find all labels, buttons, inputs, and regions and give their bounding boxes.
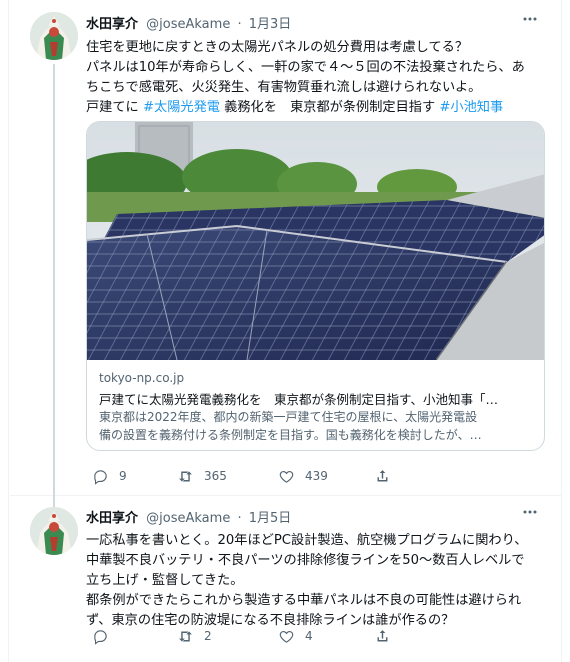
- like-count: 4: [305, 629, 313, 643]
- retweet-button[interactable]: 365: [177, 466, 227, 486]
- tweet-text: 一応私事を書いとく。20年ほどPC設計製造、航空機プログラムに関わり、 中華製不良…: [86, 531, 556, 631]
- tweet-text-line: 一応私事を書いとく。20年ほどPC設計製造、航空機プログラムに関わり、: [86, 531, 556, 551]
- share-icon: [377, 469, 388, 481]
- tweet-header: 水田享介 @joseAkame · 1月5日: [86, 511, 291, 527]
- text-segment: 中華製不良バッテリ・不良パーツの排除修復ラインを50～数百人レベルで: [86, 553, 525, 568]
- thread-line: [53, 64, 55, 497]
- tweet-text-line: ちこちで感電死、火災発生、有害物質垂れ流しは避けられないよ。: [86, 78, 556, 98]
- retweet-button[interactable]: 2: [177, 626, 212, 646]
- text-segment: 都条例ができたらこれから製造する中華パネルは不良の可能性は避けられ: [86, 593, 522, 608]
- tweet-header: 水田享介 @joseAkame · 1月3日: [86, 17, 291, 33]
- separator: ·: [237, 511, 242, 526]
- tweet-date[interactable]: 1月3日: [249, 17, 292, 32]
- heart-icon: [279, 470, 294, 483]
- display-name[interactable]: 水田享介: [86, 511, 138, 526]
- avatar[interactable]: [30, 12, 78, 60]
- thread-line: [53, 495, 55, 507]
- tweet-date[interactable]: 1月5日: [249, 511, 292, 526]
- tweet-text-line: 中華製不良バッテリ・不良パーツの排除修復ラインを50～数百人レベルで: [86, 551, 556, 571]
- retweet-icon: [179, 471, 192, 481]
- reply-button[interactable]: 9: [92, 466, 127, 486]
- card-description-line: 備の設置を義務付ける条例制定を目指す。国も義務化を検討したが、…: [99, 428, 482, 442]
- share-icon: [377, 629, 388, 641]
- tweet-text-line: 都条例ができたらこれから製造する中華パネルは不良の可能性は避けられ: [86, 591, 556, 611]
- user-handle[interactable]: @joseAkame: [146, 511, 230, 526]
- text-segment: 戸建てに: [86, 100, 143, 115]
- share-button[interactable]: [374, 626, 391, 646]
- tweet[interactable]: 水田享介 @joseAkame · 1月5日 一応私事を書いとく。20年ほどPC…: [10, 495, 561, 662]
- avatar-image: [30, 507, 78, 555]
- card-description-line: 東京都は2022年度、都内の新築一戸建て住宅の屋根に、太陽光発電設: [99, 410, 478, 424]
- tweet-text-line: 立ち上げ・監督してきた。: [86, 571, 556, 591]
- text-segment: 住宅を更地に戻すときの太陽光パネルの処分費用は考慮してる？: [86, 40, 469, 55]
- text-segment: 義務化を 東京都が条例制定目指す: [219, 100, 440, 115]
- display-name[interactable]: 水田享介: [86, 17, 138, 32]
- hashtag-link[interactable]: #太陽光発電: [143, 100, 220, 115]
- tweet-text-line: パネルは10年が寿命らしく、一軒の家で４～５回の不法投棄されたら、あ: [86, 58, 556, 78]
- tweet-actions: 9 365 439: [86, 466, 556, 486]
- text-segment: 立ち上げ・監督してきた。: [86, 573, 244, 588]
- like-button[interactable]: 439: [278, 466, 328, 486]
- retweet-count: 2: [204, 629, 212, 643]
- retweet-icon: [179, 631, 192, 641]
- tweet-text-line: 戸建てに #太陽光発電 義務化を 東京都が条例制定目指す #小池知事: [86, 98, 556, 118]
- avatar-image: [30, 12, 78, 60]
- retweet-count: 365: [204, 469, 227, 483]
- link-card[interactable]: tokyo-np.co.jp 戸建てに太陽光発電義務化を 東京都が条例制定目指す…: [86, 121, 545, 451]
- reply-icon: [94, 629, 107, 645]
- text-segment: 一応私事を書いとく。20年ほどPC設計製造、航空機プログラムに関わり、: [86, 533, 528, 548]
- more-icon[interactable]: [521, 503, 539, 525]
- separator: ·: [237, 17, 242, 32]
- tweet-text: 住宅を更地に戻すときの太陽光パネルの処分費用は考慮してる？ パネルは10年が寿命ら…: [86, 38, 556, 118]
- timeline-border-left: [0, 0, 9, 662]
- hashtag-link[interactable]: #小池知事: [439, 100, 503, 115]
- text-segment: パネルは10年が寿命らしく、一軒の家で４～５回の不法投棄されたら、あ: [86, 60, 525, 75]
- avatar[interactable]: [30, 507, 78, 555]
- like-button[interactable]: 4: [278, 626, 313, 646]
- share-button[interactable]: [374, 466, 391, 486]
- card-image: [87, 122, 544, 360]
- card-domain: tokyo-np.co.jp: [99, 371, 185, 385]
- heart-icon: [279, 630, 294, 643]
- tweet[interactable]: 水田享介 @joseAkame · 1月3日 住宅を更地に戻すときの太陽光パネル…: [10, 0, 561, 497]
- text-segment: ちこちで感電死、火災発生、有害物質垂れ流しは避けられないよ。: [86, 80, 482, 95]
- reply-icon: [94, 469, 107, 485]
- like-count: 439: [305, 469, 328, 483]
- card-title: 戸建てに太陽光発電義務化を 東京都が条例制定目指す、小池知事「…: [99, 392, 499, 407]
- reply-count: 9: [119, 469, 127, 483]
- tweet-text-line: 住宅を更地に戻すときの太陽光パネルの処分費用は考慮してる？: [86, 38, 556, 58]
- card-description: 東京都は2022年度、都内の新築一戸建て住宅の屋根に、太陽光発電設 備の設置を義…: [99, 408, 531, 444]
- timeline-border-right: [561, 0, 570, 662]
- more-icon[interactable]: [521, 10, 539, 32]
- user-handle[interactable]: @joseAkame: [146, 17, 230, 32]
- tweet-actions: 2 4: [86, 626, 556, 646]
- reply-button[interactable]: [92, 626, 119, 646]
